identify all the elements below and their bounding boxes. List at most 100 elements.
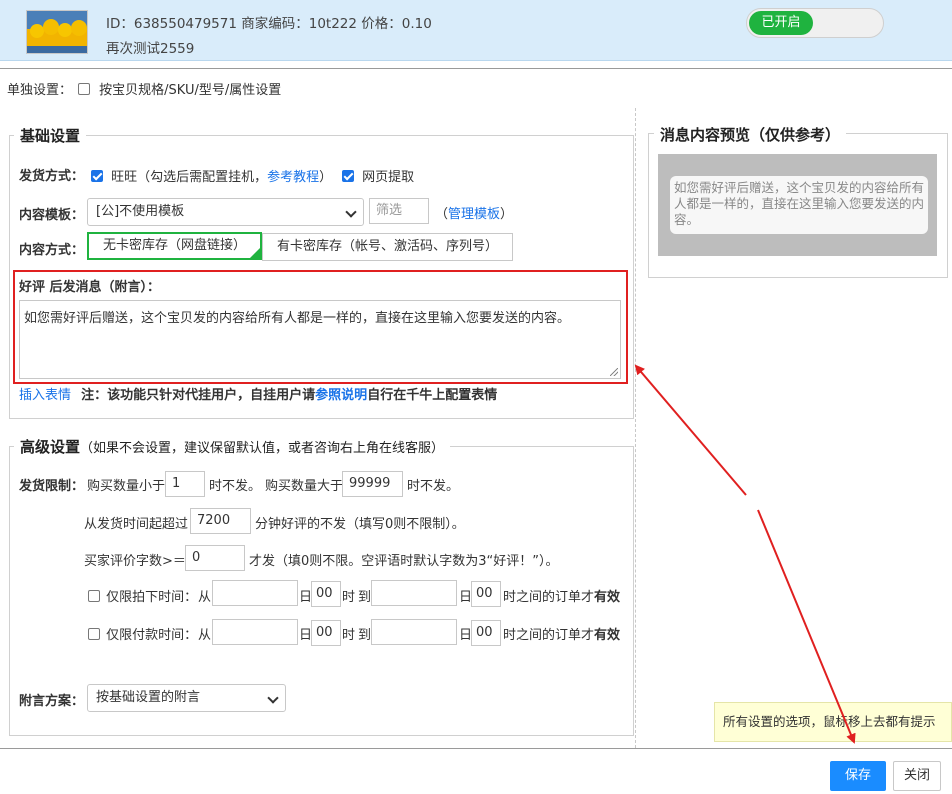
- preview-message-bubble: 如您需好评后赠送，这个宝贝发的内容给所有人都是一样的，直接在这里输入您要发送的内…: [670, 176, 928, 234]
- order-time-checkbox[interactable]: [88, 590, 100, 602]
- pay-to-hour-input[interactable]: 00: [471, 620, 501, 646]
- order-to-date-input[interactable]: [371, 580, 457, 606]
- wangwang-text: 旺旺（勾选后需配置挂机，: [111, 170, 268, 185]
- note-plan-label: 附言方案：: [19, 694, 85, 709]
- web-extract-text: 网页提取: [362, 170, 415, 185]
- emoji-note-suffix: 自行在千牛上配置表情: [367, 388, 498, 403]
- order-valid-bold: 有效: [594, 590, 621, 605]
- pay-time-label: 仅限付款时间：: [106, 628, 198, 643]
- emoji-note: 注：该功能只针对代挂用户，自挂用户请参照说明自行在千牛上配置表情: [81, 388, 497, 403]
- content-template-value: [公]不使用模板: [96, 204, 185, 219]
- emoji-row: 插入表情 注：该功能只针对代挂用户，自挂用户请参照说明自行在千牛上配置表情: [19, 384, 497, 403]
- resize-grip-icon[interactable]: [610, 368, 618, 376]
- insert-emoji-link[interactable]: 插入表情: [19, 388, 71, 403]
- sku-setting-option[interactable]: 按宝贝规格/SKU/型号/属性设置: [78, 79, 281, 98]
- content-template-select[interactable]: [公]不使用模板: [87, 198, 364, 226]
- wangwang-option[interactable]: 旺旺（勾选后需配置挂机，参考教程）: [91, 166, 332, 185]
- qty-less-input[interactable]: 1: [165, 471, 205, 497]
- message-text: 如您需好评后赠送，这个宝贝发的内容给所有人都是一样的，直接在这里输入您要发送的内…: [24, 311, 571, 326]
- arrow-to-message: [634, 364, 747, 496]
- manage-template-link[interactable]: 管理模板: [448, 207, 500, 222]
- order-from-hour-input[interactable]: 00: [311, 581, 341, 607]
- qty-less-prefix: 购买数量小于: [87, 479, 166, 494]
- pay-valid-bold: 有效: [594, 628, 621, 643]
- content-mode-no-card[interactable]: 无卡密库存（网盘链接）: [87, 232, 262, 260]
- advanced-settings-title: 高级设置: [20, 438, 81, 456]
- manage-paren-close: ）: [500, 207, 514, 222]
- review-words-prefix: 买家评价字数>＝: [84, 554, 186, 569]
- manage-template: （管理模板）: [435, 203, 513, 222]
- pay-to-label: 到: [358, 628, 372, 643]
- pay-from-label: 从: [198, 628, 212, 643]
- product-thumbnail: [26, 10, 88, 54]
- product-id-line: ID：638550479571 商家编码：10t222 价格：0.10: [106, 16, 432, 32]
- web-extract-option[interactable]: 网页提取: [342, 166, 414, 185]
- review-words-suffix: 才发（填0则不限。空评语时默认字数为3“好评！”）。: [249, 554, 559, 569]
- review-time-input[interactable]: 7200: [190, 508, 251, 534]
- note-plan-select[interactable]: 按基础设置的附言: [87, 684, 286, 712]
- wangwang-checkbox[interactable]: [91, 170, 103, 182]
- order-time-option[interactable]: 仅限拍下时间：: [88, 586, 197, 605]
- basic-settings-legend: 基础设置: [14, 125, 87, 146]
- order-time-label: 仅限拍下时间：: [106, 590, 198, 605]
- review-time-suffix: 分钟好评的不发（填写0则不限制）。: [255, 517, 465, 532]
- content-mode-no-card-text: 无卡密库存（网盘链接）: [102, 238, 246, 253]
- pay-time-option[interactable]: 仅限付款时间：: [88, 624, 197, 643]
- pay-time-checkbox[interactable]: [88, 628, 100, 640]
- pay-from-hour-input[interactable]: 00: [311, 620, 341, 646]
- guide-link[interactable]: 参照说明: [315, 388, 367, 403]
- note-plan-value: 按基础设置的附言: [96, 690, 201, 705]
- pay-valid-text: 时之间的订单才: [503, 628, 595, 643]
- save-button[interactable]: 保存: [830, 761, 886, 791]
- preview-canvas: 如您需好评后赠送，这个宝贝发的内容给所有人都是一样的，直接在这里输入您要发送的内…: [658, 154, 937, 256]
- settings-hint-tooltip: 所有设置的选项，鼠标移上去都有提示: [714, 702, 952, 742]
- message-textarea[interactable]: 如您需好评后赠送，这个宝贝发的内容给所有人都是一样的，直接在这里输入您要发送的内…: [19, 300, 621, 379]
- enable-toggle[interactable]: 已开启: [746, 8, 884, 38]
- delivery-limit-label: 发货限制：: [19, 479, 85, 494]
- delivery-method-label: 发货方式：: [19, 169, 85, 184]
- content-mode-card[interactable]: 有卡密库存（帐号、激活码、序列号）: [262, 233, 513, 261]
- chevron-down-icon: [345, 206, 357, 218]
- emoji-note-prefix: 注：该功能只针对代挂用户，自挂用户请: [81, 388, 316, 403]
- order-from-date-input[interactable]: [212, 580, 298, 606]
- content-mode-label: 内容方式：: [19, 243, 85, 258]
- pay-valid-suffix: 时之间的订单才有效: [503, 624, 620, 643]
- header-divider: [0, 68, 952, 69]
- chevron-down-icon: [267, 692, 279, 704]
- wangwang-text-tail: ）: [319, 170, 333, 185]
- selected-check-icon: [249, 247, 261, 259]
- advanced-settings-hint: （如果不会设置，建议保留默认值，或者咨询右上角在线客服）: [80, 441, 445, 456]
- close-button[interactable]: 关闭: [893, 761, 941, 791]
- order-from-hour-unit: 时: [342, 590, 356, 605]
- pay-from-date-input[interactable]: [212, 619, 298, 645]
- toggle-on-label: 已开启: [749, 11, 813, 35]
- content-template-label: 内容模板：: [19, 208, 85, 223]
- qty-more-input[interactable]: 99999: [342, 471, 403, 497]
- qty-more-prefix: 购买数量大于: [265, 479, 344, 494]
- order-to-hour-input[interactable]: 00: [471, 581, 501, 607]
- qty-less-suffix: 时不发。: [209, 479, 262, 494]
- template-filter-input[interactable]: 筛选: [369, 198, 429, 224]
- review-time-prefix: 从发货时间起超过: [84, 517, 189, 532]
- preview-legend: 消息内容预览（仅供参考）: [654, 124, 847, 145]
- product-title: 再次测试2559: [106, 41, 195, 57]
- qty-more-suffix: 时不发。: [407, 479, 460, 494]
- single-setting-label: 单独设置：: [7, 83, 73, 98]
- advanced-settings-legend: 高级设置（如果不会设置，建议保留默认值，或者咨询右上角在线客服）: [14, 436, 451, 457]
- manage-paren-open: （: [435, 207, 449, 222]
- order-valid-text: 时之间的订单才: [503, 590, 595, 605]
- sku-setting-text: 按宝贝规格/SKU/型号/属性设置: [99, 83, 282, 98]
- content-mode-card-text: 有卡密库存（帐号、激活码、序列号）: [276, 239, 498, 254]
- order-from-label: 从: [198, 590, 212, 605]
- column-divider: [635, 108, 636, 748]
- tutorial-link[interactable]: 参考教程: [267, 170, 319, 185]
- message-label: 好评 后发消息（附言）：: [19, 280, 161, 295]
- web-extract-checkbox[interactable]: [342, 170, 354, 182]
- review-words-input[interactable]: 0: [185, 545, 245, 571]
- footer-divider: [0, 748, 952, 749]
- pay-to-date-input[interactable]: [371, 619, 457, 645]
- sku-setting-checkbox[interactable]: [78, 83, 90, 95]
- order-to-label: 到: [358, 590, 372, 605]
- pay-from-hour-unit: 时: [342, 628, 356, 643]
- order-valid-suffix: 时之间的订单才有效: [503, 586, 620, 605]
